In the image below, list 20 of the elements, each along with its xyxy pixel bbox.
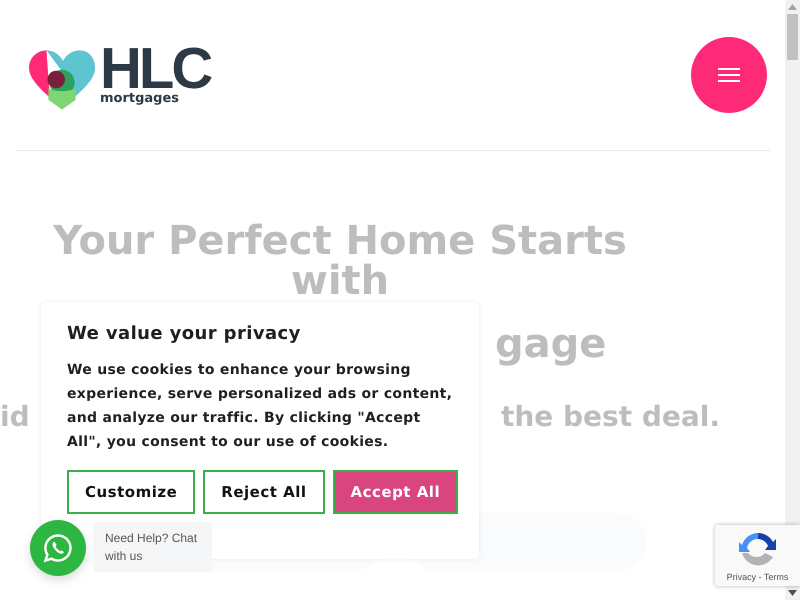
hero-heading: with (290, 261, 390, 301)
hero-subtitle: id (0, 399, 30, 435)
privacy-terms-link[interactable]: Privacy - Terms (726, 572, 788, 582)
logo-wordmark: HLC (100, 46, 210, 90)
logo-tagline: mortgages (100, 90, 180, 106)
dialog-button[interactable]: Customize (67, 470, 196, 514)
dialog-button[interactable]: Reject All (203, 470, 324, 514)
scroll-up-icon[interactable] (788, 4, 797, 10)
scrollbar-thumb[interactable] (787, 14, 798, 60)
dialog-text: We use cookies to enhance your browsing experience, serve personalized ads or content, and analyze our traffic. By clicking "Accept All", you consent to our use of cookies. (67, 361, 454, 452)
hero-subtitle: the best deal. (500, 399, 720, 435)
hero-heading: gage (495, 321, 606, 367)
menu-icon (717, 67, 741, 83)
heart-logo-icon (29, 48, 97, 110)
hero-heading: Your Perfect Home Starts (53, 221, 627, 261)
accept-button[interactable]: Accept All (332, 470, 458, 514)
scroll-down-icon[interactable] (788, 590, 797, 596)
chat-bubble-text[interactable]: Need Help? Chat with us (93, 522, 212, 572)
dialog-title: We value your privacy (67, 322, 302, 346)
chat-phone-icon (43, 533, 73, 563)
